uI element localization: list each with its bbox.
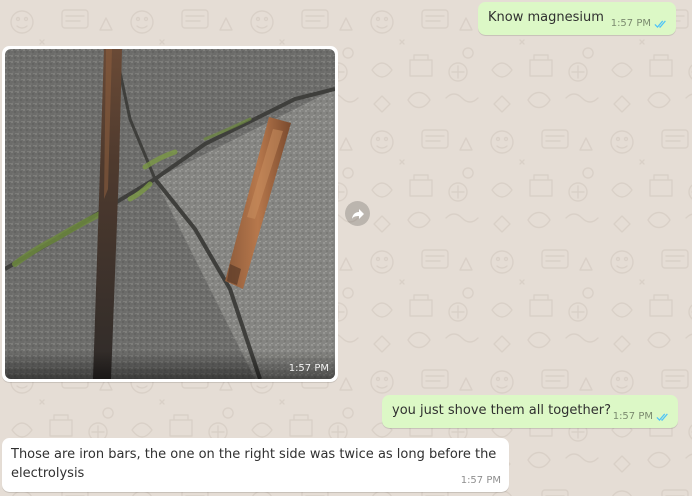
message-meta: 1:57 PM — [613, 411, 670, 422]
message-meta: 1:57 PM — [461, 475, 501, 486]
message-text: Know magnesium — [488, 10, 604, 25]
message-time: 1:57 PM — [288, 363, 329, 374]
message-text: you just shove them all together? — [392, 403, 611, 418]
message-time: 1:57 PM — [612, 411, 653, 422]
image-time-overlay — [5, 351, 335, 379]
incoming-message-bubble[interactable]: Those are iron bars, the one on the righ… — [2, 438, 509, 492]
message-image[interactable]: 1:57 PM — [5, 49, 335, 379]
outgoing-message-bubble[interactable]: Know magnesium 1:57 PM — [478, 2, 676, 35]
double-check-read-icon — [656, 413, 668, 421]
message-text-line-1: Those are iron bars, the one on the righ… — [11, 447, 497, 462]
chat-panel: Know magnesium 1:57 PM 1:57 PM you just … — [0, 0, 692, 496]
message-meta: 1:57 PM — [611, 18, 668, 29]
forward-button[interactable] — [345, 201, 370, 226]
message-text-line-2: electrolysis — [11, 466, 85, 481]
outgoing-message-bubble[interactable]: you just shove them all together? 1:57 P… — [382, 395, 678, 428]
message-time: 1:57 PM — [610, 18, 651, 29]
message-time: 1:57 PM — [460, 475, 501, 486]
double-check-read-icon — [654, 20, 666, 28]
forward-icon — [351, 208, 364, 219]
incoming-image-message[interactable]: 1:57 PM — [2, 46, 338, 382]
